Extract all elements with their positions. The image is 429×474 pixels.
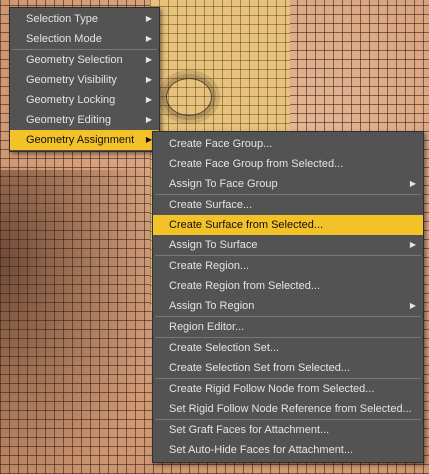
menu-item-region-editor[interactable]: Region Editor... [153,317,423,337]
submenu-arrow-icon: ▶ [409,240,416,249]
mesh-pole-detail [166,78,212,116]
menu-item-label: Set Graft Faces for Attachment... [169,424,330,436]
menu-item-selection-mode[interactable]: Selection Mode ▶ [10,29,159,49]
menu-item-assign-to-surface[interactable]: Assign To Surface ▶ [153,235,423,255]
menu-item-label: Geometry Editing [26,114,111,126]
menu-item-geometry-editing[interactable]: Geometry Editing ▶ [10,110,159,130]
menu-item-label: Assign To Surface [169,239,258,251]
menu-item-set-rigid-follow-node-reference[interactable]: Set Rigid Follow Node Reference from Sel… [153,399,423,419]
geometry-assignment-submenu: Create Face Group... Create Face Group f… [152,131,424,463]
menu-item-label: Geometry Selection [26,54,123,66]
menu-item-label: Create Face Group... [169,138,273,150]
menu-item-geometry-assignment[interactable]: Geometry Assignment ▶ [10,130,159,150]
menu-item-assign-to-face-group[interactable]: Assign To Face Group ▶ [153,174,423,194]
menu-item-label: Assign To Face Group [169,178,278,190]
menu-item-set-graft-faces[interactable]: Set Graft Faces for Attachment... [153,420,423,440]
menu-item-geometry-visibility[interactable]: Geometry Visibility ▶ [10,70,159,90]
menu-item-geometry-selection[interactable]: Geometry Selection ▶ [10,50,159,70]
menu-item-create-region[interactable]: Create Region... [153,256,423,276]
menu-item-label: Selection Type [26,13,98,25]
submenu-arrow-icon: ▶ [145,14,152,23]
menu-item-label: Create Region... [169,260,250,272]
menu-item-label: Create Face Group from Selected... [169,158,344,170]
submenu-arrow-icon: ▶ [145,95,152,104]
menu-item-set-auto-hide-faces[interactable]: Set Auto-Hide Faces for Attachment... [153,440,423,460]
menu-item-selection-type[interactable]: Selection Type ▶ [10,9,159,29]
menu-item-label: Set Rigid Follow Node Reference from Sel… [169,403,412,415]
menu-item-label: Geometry Locking [26,94,116,106]
mesh-shadow [0,170,150,474]
menu-item-label: Create Surface... [169,199,253,211]
menu-item-label: Geometry Assignment [26,134,135,146]
menu-item-create-region-from-selected[interactable]: Create Region from Selected... [153,276,423,296]
submenu-arrow-icon: ▶ [409,179,416,188]
menu-item-label: Create Surface from Selected... [169,219,324,231]
menu-item-label: Selection Mode [26,33,102,45]
menu-item-assign-to-region[interactable]: Assign To Region ▶ [153,296,423,316]
menu-item-create-selection-set-from-selected[interactable]: Create Selection Set from Selected... [153,358,423,378]
submenu-arrow-icon: ▶ [145,75,152,84]
menu-item-create-surface-from-selected[interactable]: Create Surface from Selected... [153,215,423,235]
menu-item-create-face-group-from-selected[interactable]: Create Face Group from Selected... [153,154,423,174]
menu-item-label: Region Editor... [169,321,245,333]
submenu-arrow-icon: ▶ [145,115,152,124]
menu-item-label: Create Selection Set from Selected... [169,362,350,374]
menu-item-label: Set Auto-Hide Faces for Attachment... [169,444,354,456]
submenu-arrow-icon: ▶ [409,301,416,310]
menu-item-label: Geometry Visibility [26,74,117,86]
menu-item-create-face-group[interactable]: Create Face Group... [153,134,423,154]
menu-item-create-selection-set[interactable]: Create Selection Set... [153,338,423,358]
submenu-arrow-icon: ▶ [145,34,152,43]
menu-item-label: Create Rigid Follow Node from Selected..… [169,383,375,395]
menu-item-geometry-locking[interactable]: Geometry Locking ▶ [10,90,159,110]
menu-item-create-rigid-follow-node[interactable]: Create Rigid Follow Node from Selected..… [153,379,423,399]
menu-item-label: Create Selection Set... [169,342,280,354]
menu-item-create-surface[interactable]: Create Surface... [153,195,423,215]
submenu-arrow-icon: ▶ [145,55,152,64]
context-menu: Selection Type ▶ Selection Mode ▶ Geomet… [9,7,160,152]
menu-item-label: Assign To Region [169,300,255,312]
menu-item-label: Create Region from Selected... [169,280,321,292]
